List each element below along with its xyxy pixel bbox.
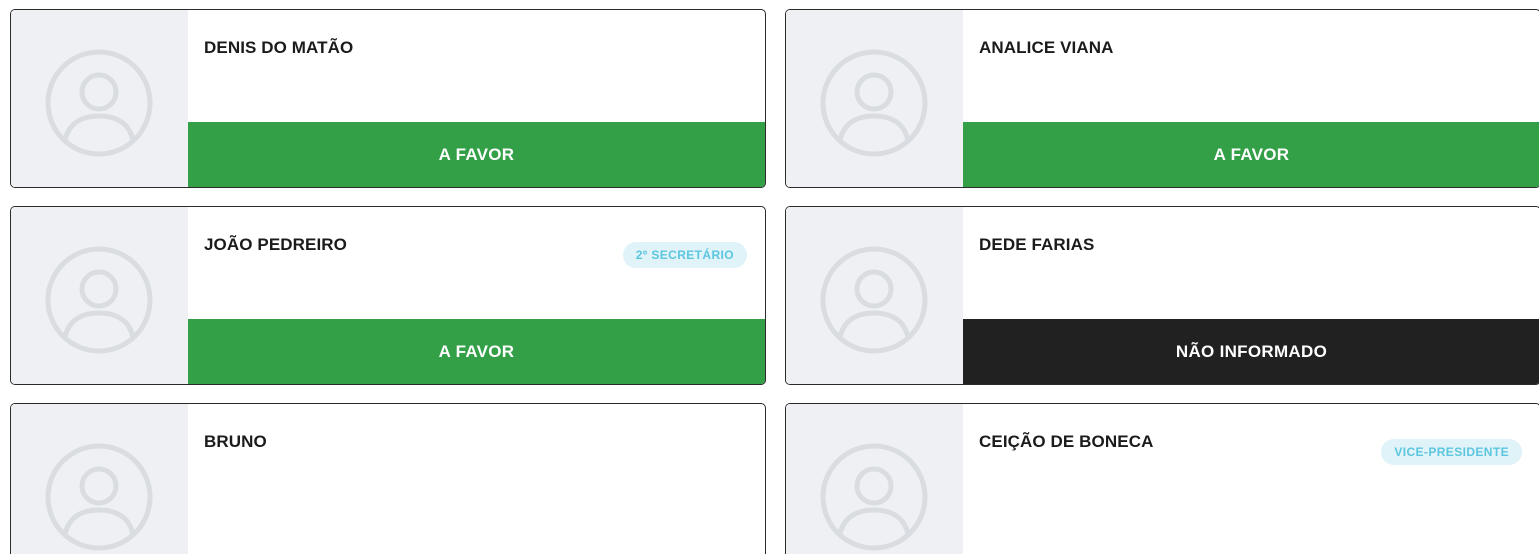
member-photo bbox=[786, 207, 963, 384]
member-name: DENIS DO MATÃO bbox=[204, 38, 354, 57]
member-photo bbox=[11, 404, 188, 554]
user-placeholder-icon bbox=[45, 443, 153, 551]
member-name: ANALICE VIANA bbox=[979, 38, 1114, 57]
vote-status: NÃO INFORMADO bbox=[963, 319, 1539, 384]
vote-grid: DENIS DO MATÃO A FAVOR ANALICE VIANA A F… bbox=[0, 0, 1539, 554]
vote-status: A FAVOR bbox=[188, 122, 765, 187]
member-photo bbox=[11, 207, 188, 384]
member-card[interactable]: DENIS DO MATÃO A FAVOR bbox=[10, 9, 766, 188]
member-name: DEDE FARIAS bbox=[979, 235, 1095, 254]
vote-status: A FAVOR bbox=[963, 122, 1539, 187]
member-card[interactable]: BRUNO bbox=[10, 403, 766, 554]
role-badge: 2º SECRETÁRIO bbox=[622, 242, 747, 268]
user-placeholder-icon bbox=[820, 443, 928, 551]
member-photo bbox=[11, 10, 188, 187]
member-card[interactable]: ANALICE VIANA A FAVOR bbox=[785, 9, 1539, 188]
member-name: CEIÇÃO DE BONECA bbox=[979, 432, 1154, 451]
user-placeholder-icon bbox=[820, 49, 928, 157]
user-placeholder-icon bbox=[45, 246, 153, 354]
role-badge: VICE-PRESIDENTE bbox=[1381, 439, 1522, 465]
member-card[interactable]: DEDE FARIAS NÃO INFORMADO bbox=[785, 206, 1539, 385]
member-photo bbox=[786, 10, 963, 187]
user-placeholder-icon bbox=[820, 246, 928, 354]
member-name: JOÃO PEDREIRO bbox=[204, 235, 347, 254]
member-card[interactable]: JOÃO PEDREIRO 2º SECRETÁRIO A FAVOR bbox=[10, 206, 766, 385]
user-placeholder-icon bbox=[45, 49, 153, 157]
member-photo bbox=[786, 404, 963, 554]
vote-status: A FAVOR bbox=[188, 319, 765, 384]
member-name: BRUNO bbox=[204, 432, 267, 451]
member-card[interactable]: CEIÇÃO DE BONECA VICE-PRESIDENTE bbox=[785, 403, 1539, 554]
